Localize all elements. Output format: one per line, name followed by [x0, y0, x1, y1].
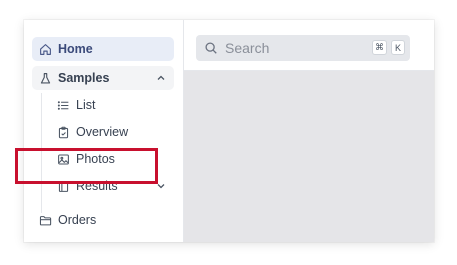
main-content: ⌘ K — [184, 20, 434, 242]
submenu-guide-line — [41, 93, 42, 213]
chevron-up-icon[interactable] — [156, 72, 166, 86]
sidebar-item-label: Orders — [58, 213, 97, 227]
sidebar-item-label: Overview — [76, 125, 129, 139]
list-icon — [56, 98, 70, 112]
sidebar-item-label: Home — [58, 42, 93, 56]
sidebar-item-home[interactable]: Home — [32, 37, 174, 61]
sidebar-item-samples[interactable]: Samples — [32, 66, 174, 90]
home-icon — [38, 42, 52, 56]
clipboard-icon — [56, 125, 70, 139]
search-input[interactable] — [225, 40, 355, 56]
sidebar-item-overview[interactable]: Overview — [50, 120, 174, 144]
app-window: Home Samples List Overview Photos Result… — [24, 20, 434, 242]
sidebar: Home Samples List Overview Photos Result… — [24, 20, 184, 242]
image-icon — [56, 152, 70, 166]
search-icon — [203, 40, 219, 56]
sidebar-item-label: Photos — [76, 152, 115, 166]
sidebar-item-label: List — [76, 98, 96, 112]
sidebar-item-label: Results — [76, 179, 118, 193]
sidebar-item-photos[interactable]: Photos — [50, 147, 174, 171]
chevron-down-icon[interactable] — [156, 180, 166, 194]
shortcut-key-k: K — [391, 40, 405, 55]
book-icon — [56, 179, 70, 193]
sidebar-item-label: Samples — [58, 71, 110, 85]
flask-icon — [38, 71, 52, 85]
top-bar: ⌘ K — [184, 20, 434, 71]
folder-icon — [38, 213, 52, 227]
shortcut-key-cmd: ⌘ — [372, 40, 387, 55]
sidebar-item-orders[interactable]: Orders — [32, 208, 174, 232]
sidebar-item-results[interactable]: Results — [50, 174, 174, 198]
sidebar-item-list[interactable]: List — [50, 93, 174, 117]
search-box[interactable]: ⌘ K — [196, 35, 410, 61]
